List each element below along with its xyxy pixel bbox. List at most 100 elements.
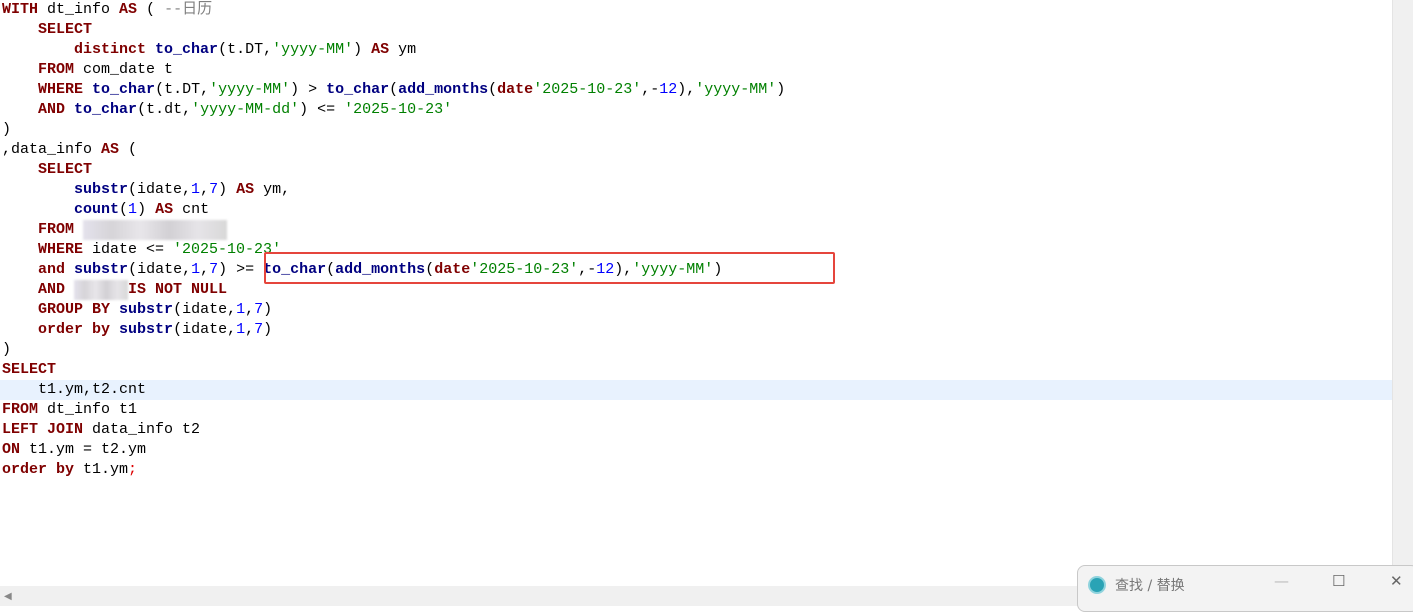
code-line[interactable]: substr(idate,1,7) AS ym, (2, 180, 290, 200)
redacted-text (74, 280, 129, 300)
code-token: to_char (74, 101, 138, 118)
code-token: date (497, 81, 534, 98)
code-token: (idate, (173, 301, 237, 318)
code-line[interactable]: distinct to_char(t.DT,'yyyy-MM') AS ym (2, 40, 416, 60)
code-token: ) (2, 341, 12, 358)
code-token: 1 (191, 261, 201, 278)
code-token: SELECT (38, 161, 93, 178)
code-token: ( (137, 1, 165, 18)
code-token: ; (128, 461, 138, 478)
code-token: to_char (92, 81, 156, 98)
sql-editor[interactable]: WITH dt_info AS ( --日历 SELECT distinct t… (0, 0, 1393, 586)
code-line[interactable]: SELECT (2, 360, 56, 380)
scroll-left-icon[interactable]: ◀ (4, 591, 12, 602)
code-token: 'yyyy-MM-dd' (191, 101, 300, 118)
code-token: to_char (326, 81, 390, 98)
code-token: WHERE (38, 241, 84, 258)
code-line[interactable]: WHERE idate <= '2025-10-23' (2, 240, 281, 260)
code-token: ,data_info (2, 141, 102, 158)
code-token: FROM (38, 221, 75, 238)
code-token: count (74, 201, 120, 218)
code-line[interactable]: FROM dt_info t1 (2, 400, 137, 420)
code-line[interactable]: ,data_info AS ( (2, 140, 137, 160)
code-token: ( (119, 141, 138, 158)
code-line[interactable]: WITH dt_info AS ( --日历 (2, 0, 212, 20)
code-line[interactable]: AND to_char(t.dt,'yyyy-MM-dd') <= '2025-… (2, 100, 452, 120)
code-line[interactable]: AND IS NOT NULL (2, 280, 227, 300)
code-token: SELECT (38, 21, 93, 38)
code-line[interactable]: LEFT JOIN data_info t2 (2, 420, 200, 440)
code-line[interactable]: ) (2, 120, 11, 140)
maximize-button[interactable]: ☐ (1332, 572, 1345, 590)
code-line[interactable]: SELECT (2, 160, 92, 180)
code-line[interactable]: order by substr(idate,1,7) (2, 320, 272, 340)
code-token: 'yyyy-MM' (209, 81, 291, 98)
code-line[interactable]: ON t1.ym = t2.ym (2, 440, 146, 460)
code-token: , (245, 301, 255, 318)
minimize-button[interactable]: — (1274, 572, 1289, 590)
code-token: ) (263, 301, 273, 318)
code-token: add_months (398, 81, 489, 98)
app-icon (1088, 576, 1106, 594)
code-token: 7 (254, 301, 264, 318)
code-token: AS (119, 1, 138, 18)
code-token: IS NOT NULL (128, 281, 228, 298)
code-line[interactable]: order by t1.ym; (2, 460, 137, 480)
code-token: ym, (254, 181, 291, 198)
code-line[interactable]: t1.ym,t2.cnt (2, 380, 146, 400)
code-line[interactable]: WHERE to_char(t.DT,'yyyy-MM') > to_char(… (2, 80, 785, 100)
code-token: GROUP BY (38, 301, 111, 318)
code-token: ) <= (299, 101, 345, 118)
code-token: 1 (236, 301, 246, 318)
code-token: ON (2, 441, 21, 458)
code-token: (t.dt, (137, 101, 192, 118)
code-line[interactable]: GROUP BY substr(idate,1,7) (2, 300, 272, 320)
code-token: 7 (209, 181, 219, 198)
code-token: idate <= (83, 241, 174, 258)
code-token: ), (677, 81, 696, 98)
code-line[interactable]: SELECT (2, 20, 92, 40)
code-token: 7 (209, 261, 219, 278)
vertical-scrollbar[interactable] (1392, 0, 1413, 586)
code-token: cnt (173, 201, 210, 218)
code-token: substr (119, 301, 174, 318)
current-line-highlight (0, 380, 1392, 400)
find-replace-window[interactable]: 查找 / 替换 — ☐ ✕ (1077, 565, 1413, 612)
code-token: AND (38, 101, 66, 118)
code-token: substr (74, 181, 129, 198)
code-token: 'yyyy-MM' (272, 41, 354, 58)
code-token: AS (155, 201, 174, 218)
code-token: order by (38, 321, 111, 338)
code-token: ) (218, 181, 237, 198)
code-line[interactable]: count(1) AS cnt (2, 200, 209, 220)
code-token: ym (389, 41, 417, 58)
code-line[interactable]: FROM (2, 220, 228, 240)
code-token: , (200, 261, 210, 278)
code-token: 1 (191, 181, 201, 198)
code-token: 1 (128, 201, 138, 218)
code-token: substr (119, 321, 174, 338)
close-button[interactable]: ✕ (1390, 572, 1403, 590)
code-line[interactable]: ) (2, 340, 11, 360)
code-line[interactable]: FROM com_date t (2, 60, 173, 80)
code-token: AS (236, 181, 255, 198)
code-token: ) (353, 41, 372, 58)
code-token: ) > (290, 81, 327, 98)
code-token: t1.ym,t2.cnt (2, 381, 147, 398)
code-token: '2025-10-23' (533, 81, 642, 98)
